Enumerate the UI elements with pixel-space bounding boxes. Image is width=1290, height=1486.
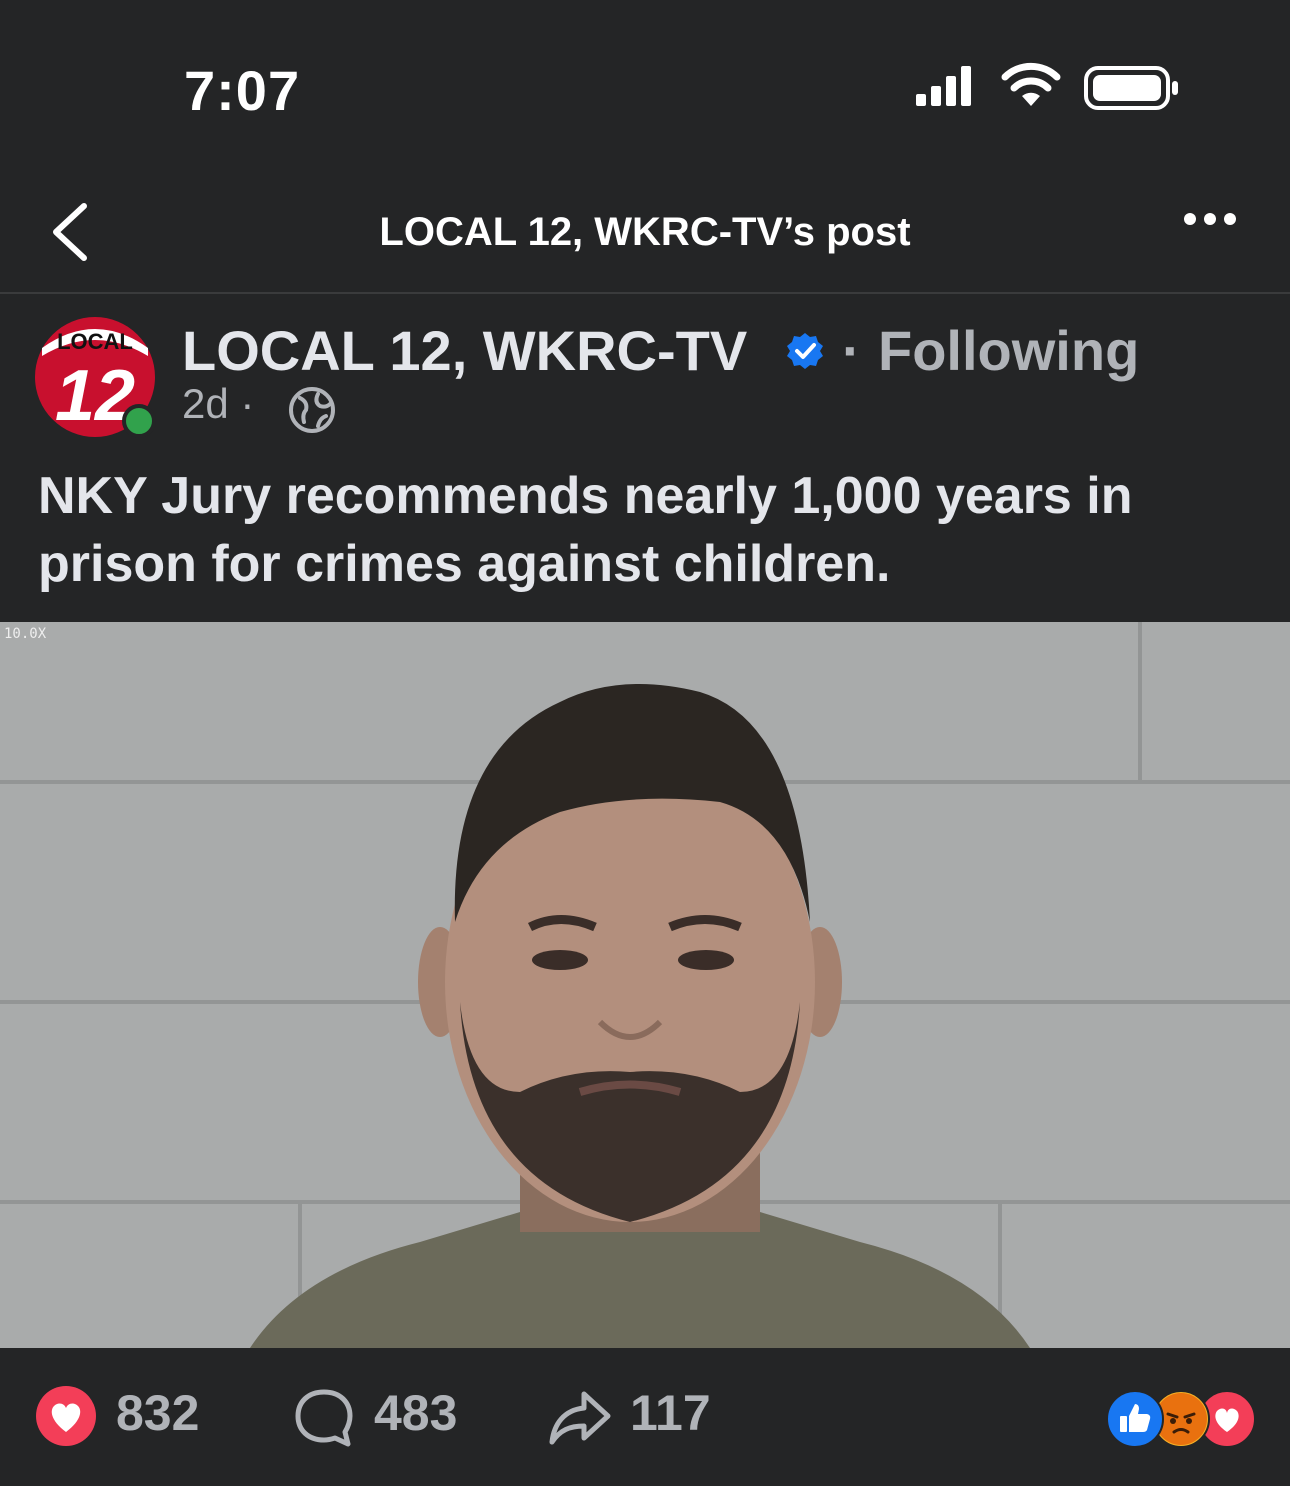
zoom-overlay-text: 10.0X [4, 626, 47, 642]
separator-dot: · [842, 319, 861, 382]
post-photo[interactable]: 10.0X [0, 622, 1290, 1348]
cellular-signal-icon [916, 66, 971, 106]
status-bar: 7:07 [0, 0, 1290, 170]
post-time[interactable]: 2d · [182, 380, 254, 428]
like-reaction-icon [1106, 1390, 1164, 1448]
nav-bar: LOCAL 12, WKRC-TV’s post [0, 170, 1290, 294]
verified-badge-icon [787, 333, 823, 369]
battery-icon [1084, 66, 1178, 110]
following-button[interactable]: Following [878, 318, 1139, 383]
share-count[interactable]: 117 [630, 1384, 711, 1442]
online-indicator [122, 404, 156, 438]
comment-count[interactable]: 483 [374, 1384, 457, 1442]
more-dots-icon[interactable] [1184, 212, 1248, 236]
comment-icon[interactable] [292, 1386, 356, 1450]
page-title: LOCAL 12, WKRC-TV’s post [379, 210, 911, 254]
page-name[interactable]: LOCAL 12, WKRC-TV [182, 318, 747, 383]
mugshot-image [0, 622, 1290, 1348]
post-caption: NKY Jury recommends nearly 1,000 years i… [38, 467, 1133, 593]
logo-text: LOCAL [57, 329, 133, 354]
share-icon[interactable] [548, 1386, 612, 1450]
status-time: 7:07 [184, 59, 301, 122]
wifi-icon [1001, 62, 1061, 106]
heart-icon[interactable] [36, 1386, 96, 1446]
post-header: LOCAL 12 LOCAL 12, WKRC-TV · Following 2… [0, 294, 1290, 444]
post-actions: 832 483 117 [0, 1348, 1290, 1486]
reaction-count[interactable]: 832 [116, 1384, 199, 1442]
globe-icon [289, 387, 335, 433]
reaction-summary[interactable] [1106, 1390, 1256, 1448]
